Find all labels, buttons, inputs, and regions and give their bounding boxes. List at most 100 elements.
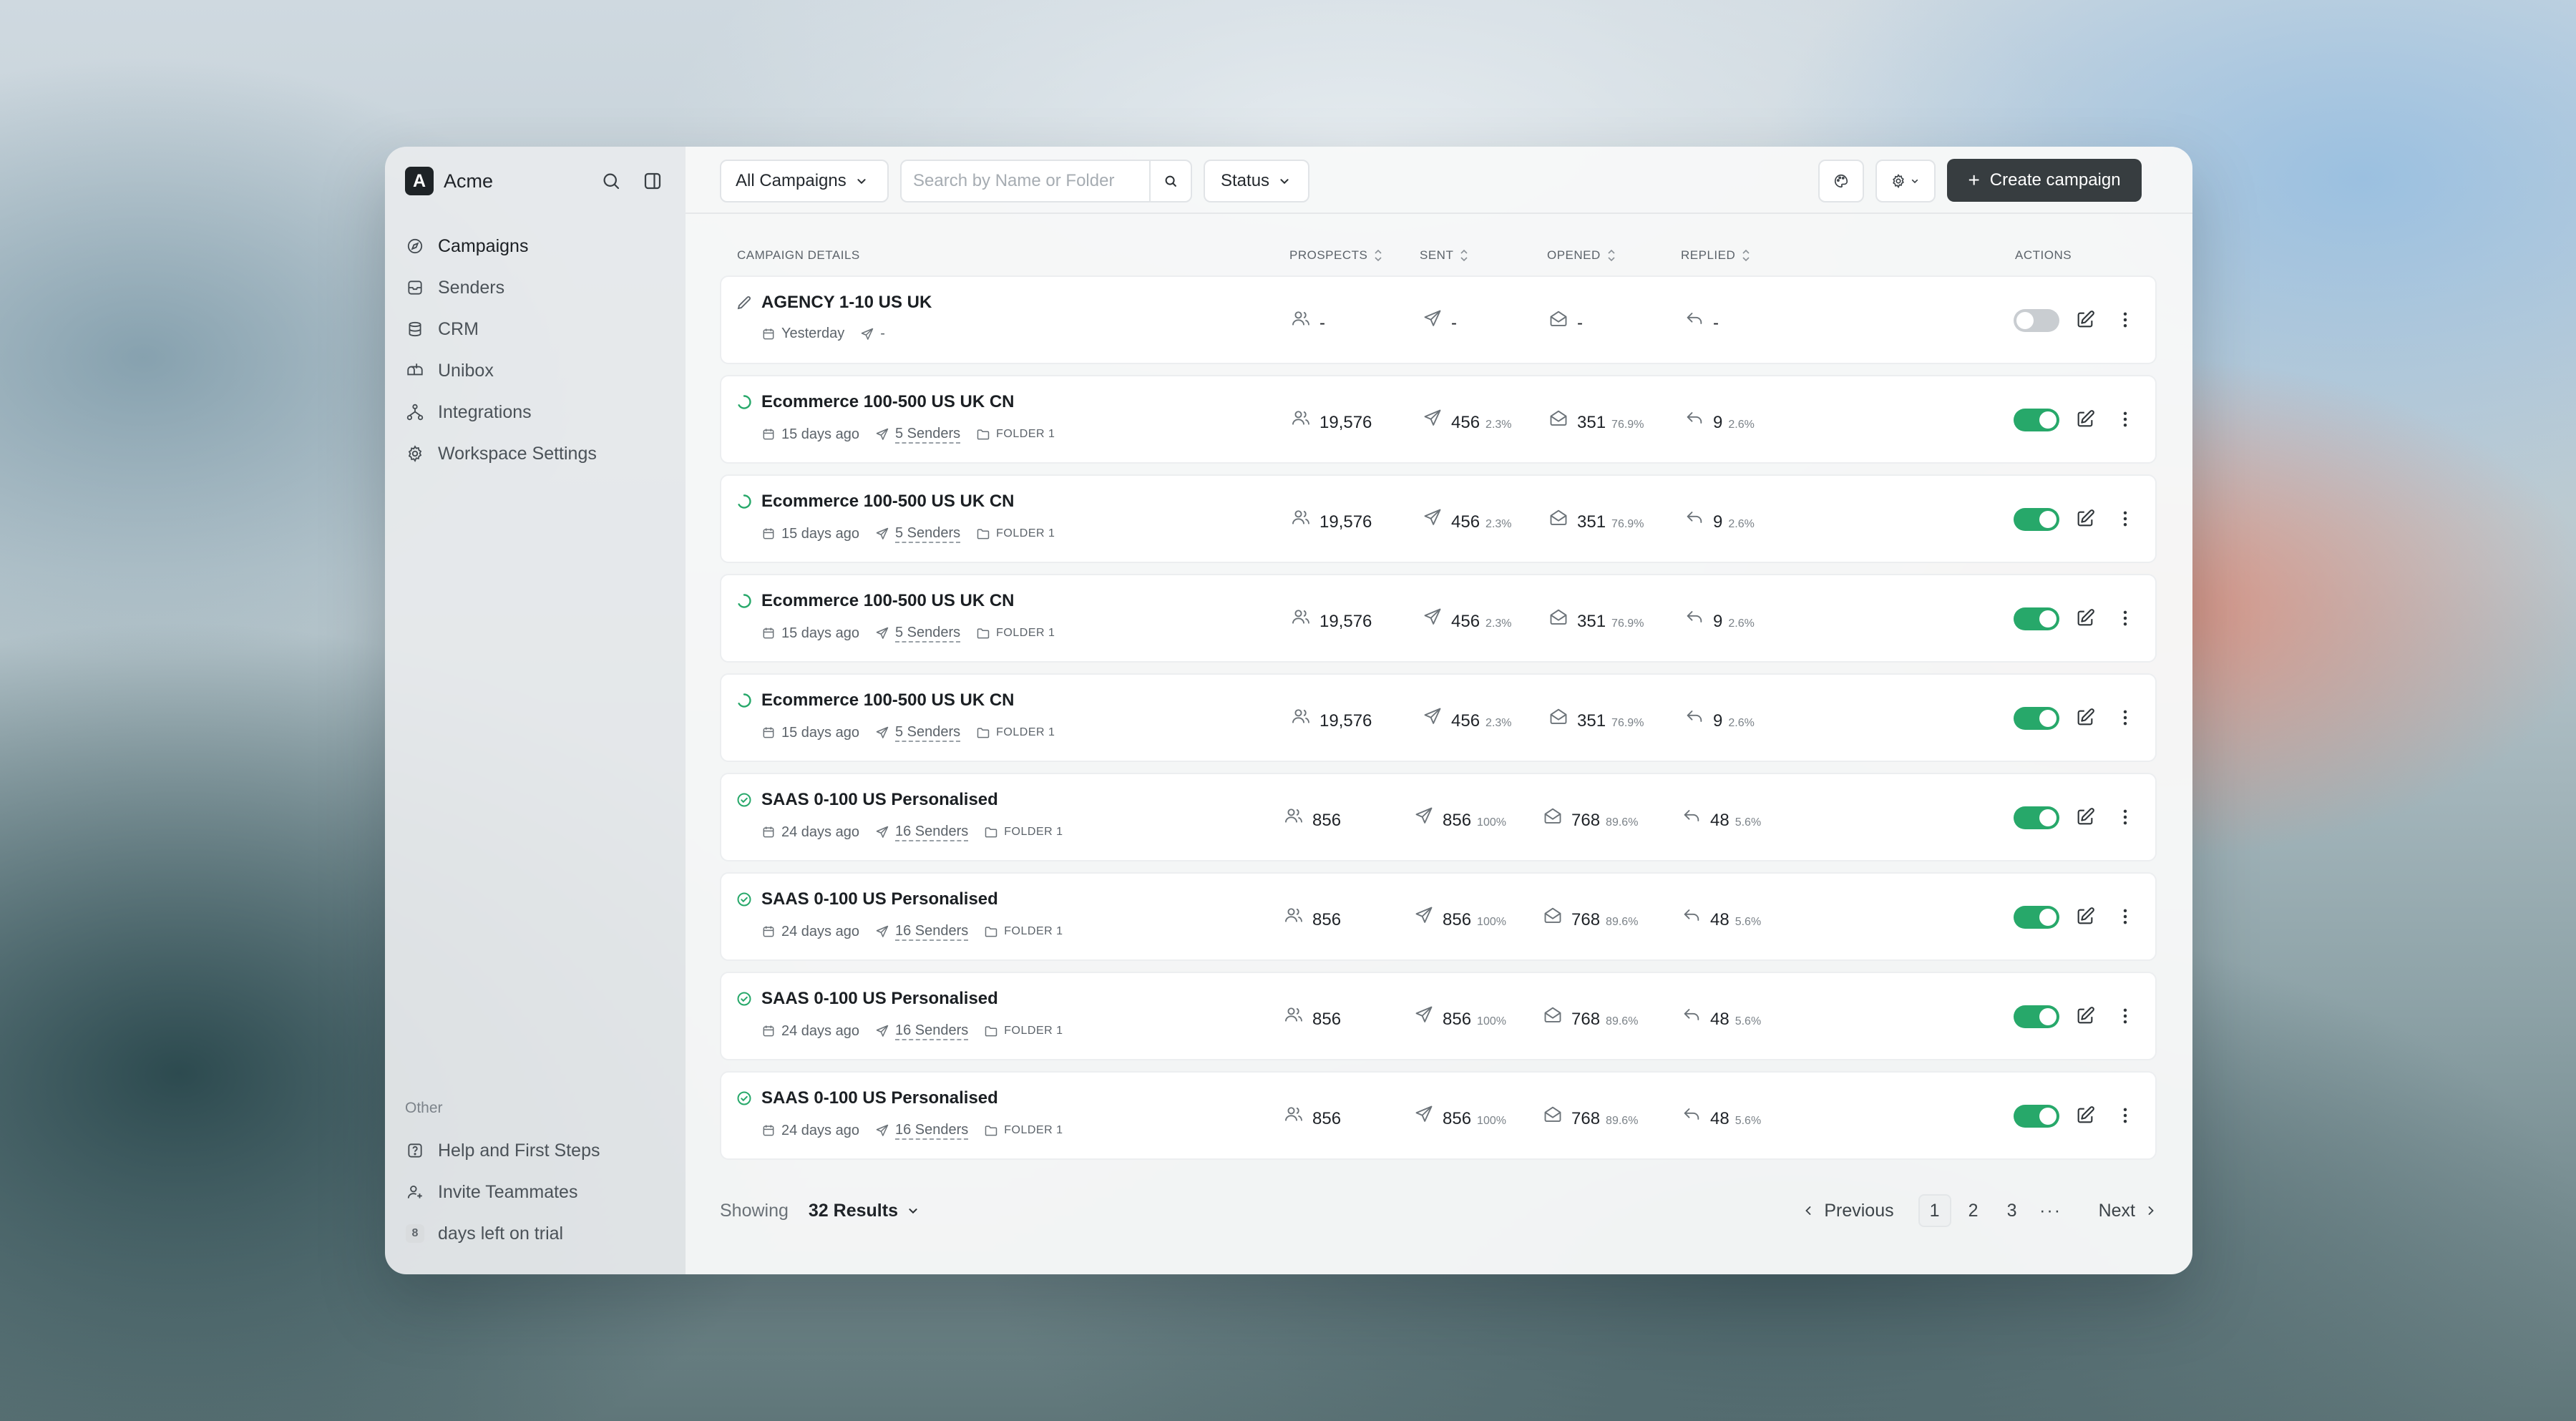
senders-link[interactable]: 5 Senders — [875, 624, 961, 643]
more-options-button[interactable] — [2112, 1103, 2138, 1128]
senders-link[interactable]: 16 Senders — [875, 922, 969, 941]
status-dropdown[interactable]: Status — [1204, 160, 1309, 202]
search-input[interactable] — [902, 161, 1149, 201]
senders-link[interactable]: 16 Senders — [875, 823, 969, 841]
header-prospects[interactable]: PROSPECTS — [1289, 248, 1383, 263]
more-options-button[interactable] — [2112, 307, 2138, 333]
edit-campaign-button[interactable] — [2072, 1103, 2098, 1128]
campaign-name[interactable]: SAAS 0-100 US Personalised — [761, 889, 998, 909]
campaign-meta: 15 days ago 5 Senders FOLDER 1 — [761, 524, 1070, 543]
table-row[interactable]: SAAS 0-100 US Personalised 24 days ago 16 … — [720, 1071, 2157, 1160]
campaign-name[interactable]: SAAS 0-100 US Personalised — [761, 1088, 998, 1108]
folder-tag[interactable]: FOLDER 1 — [984, 924, 1063, 939]
folder-tag[interactable]: FOLDER 1 — [976, 427, 1055, 441]
senders-link[interactable]: 16 Senders — [875, 1022, 969, 1040]
workspace-brand[interactable]: A Acme — [405, 167, 493, 195]
edit-campaign-button[interactable] — [2072, 804, 2098, 830]
table-row[interactable]: Ecommerce 100-500 US UK CN 15 days ago 5 S… — [720, 574, 2157, 663]
edit-campaign-button[interactable] — [2072, 506, 2098, 532]
page-3-button[interactable]: 3 — [1996, 1194, 2029, 1227]
campaign-active-toggle[interactable] — [2014, 1105, 2059, 1128]
campaign-name[interactable]: Ecommerce 100-500 US UK CN — [761, 392, 1015, 412]
edit-campaign-button[interactable] — [2072, 406, 2098, 432]
campaign-filter-dropdown[interactable]: All Campaigns — [720, 160, 889, 202]
campaign-active-toggle[interactable] — [2014, 309, 2059, 332]
theme-palette-button[interactable] — [1818, 160, 1864, 202]
results-per-page-dropdown[interactable]: 32 Results — [809, 1201, 921, 1221]
header-replied[interactable]: REPLIED — [1681, 248, 1751, 263]
more-options-button[interactable] — [2112, 506, 2138, 532]
settings-dropdown[interactable] — [1875, 160, 1936, 202]
senders-link[interactable]: 16 Senders — [875, 1121, 969, 1140]
table-row[interactable]: AGENCY 1-10 US UK Yesterday - - - - - — [720, 275, 2157, 364]
sidebar-item-integrations[interactable]: Integrations — [405, 391, 665, 433]
send-icon — [875, 825, 895, 839]
opened-count: 351 76.9% — [1548, 706, 1644, 731]
more-options-button[interactable] — [2112, 406, 2138, 432]
folder-tag[interactable]: FOLDER 1 — [976, 626, 1055, 640]
calendar-icon — [761, 527, 781, 541]
table-row[interactable]: SAAS 0-100 US Personalised 24 days ago 16 … — [720, 773, 2157, 861]
more-options-button[interactable] — [2112, 904, 2138, 929]
campaign-name[interactable]: SAAS 0-100 US Personalised — [761, 989, 998, 1009]
edit-campaign-button[interactable] — [2072, 904, 2098, 929]
table-row[interactable]: Ecommerce 100-500 US UK CN 15 days ago 5 S… — [720, 375, 2157, 464]
senders-link[interactable]: 5 Senders — [875, 723, 961, 742]
more-options-button[interactable] — [2112, 804, 2138, 830]
next-page-button[interactable]: Next — [2099, 1201, 2158, 1221]
folder-tag[interactable]: FOLDER 1 — [984, 825, 1063, 839]
campaign-name[interactable]: SAAS 0-100 US Personalised — [761, 790, 998, 810]
folder-tag[interactable]: FOLDER 1 — [984, 1024, 1063, 1038]
more-options-button[interactable] — [2112, 1003, 2138, 1029]
edit-icon — [2075, 608, 2095, 628]
campaign-active-toggle[interactable] — [2014, 508, 2059, 531]
trial-status[interactable]: 8 days left on trial — [405, 1213, 665, 1254]
senders-link[interactable]: - — [860, 326, 885, 342]
table-row[interactable]: SAAS 0-100 US Personalised 24 days ago 16 … — [720, 972, 2157, 1060]
folder-tag[interactable]: FOLDER 1 — [976, 726, 1055, 740]
campaign-active-toggle[interactable] — [2014, 1005, 2059, 1028]
sidebar-item-workspace-settings[interactable]: Workspace Settings — [405, 433, 665, 474]
campaign-active-toggle[interactable] — [2014, 906, 2059, 929]
edit-campaign-button[interactable] — [2072, 705, 2098, 731]
senders-link[interactable]: 5 Senders — [875, 425, 961, 444]
campaign-active-toggle[interactable] — [2014, 409, 2059, 431]
page-1-button[interactable]: 1 — [1918, 1194, 1951, 1227]
sidebar-item-unibox[interactable]: Unibox — [405, 350, 665, 391]
sidebar-toggle-icon[interactable] — [640, 168, 665, 194]
edit-campaign-button[interactable] — [2072, 1003, 2098, 1029]
table-row[interactable]: SAAS 0-100 US Personalised 24 days ago 16 … — [720, 872, 2157, 961]
campaign-name[interactable]: Ecommerce 100-500 US UK CN — [761, 591, 1015, 611]
header-sent[interactable]: SENT — [1420, 248, 1469, 263]
create-campaign-button[interactable]: + Create campaign — [1947, 159, 2142, 202]
pagination-ellipsis[interactable]: ··· — [2034, 1194, 2067, 1227]
edit-campaign-button[interactable] — [2072, 605, 2098, 631]
sidebar-item-campaigns[interactable]: Campaigns — [405, 225, 665, 267]
table-row[interactable]: Ecommerce 100-500 US UK CN 15 days ago 5 S… — [720, 673, 2157, 762]
sidebar-item-invite-teammates[interactable]: Invite Teammates — [405, 1171, 665, 1213]
campaign-name[interactable]: Ecommerce 100-500 US UK CN — [761, 492, 1015, 512]
folder-tag[interactable]: FOLDER 1 — [976, 527, 1055, 541]
more-options-button[interactable] — [2112, 605, 2138, 631]
folder-icon — [976, 626, 996, 640]
header-opened[interactable]: OPENED — [1547, 248, 1616, 263]
folder-tag[interactable]: FOLDER 1 — [984, 1123, 1063, 1138]
sidebar-item-senders[interactable]: Senders — [405, 267, 665, 308]
campaign-active-toggle[interactable] — [2014, 707, 2059, 730]
campaign-active-toggle[interactable] — [2014, 806, 2059, 829]
more-vertical-icon — [2115, 907, 2135, 927]
senders-link[interactable]: 5 Senders — [875, 524, 961, 543]
table-row[interactable]: Ecommerce 100-500 US UK CN 15 days ago 5 S… — [720, 474, 2157, 563]
chevron-down-icon — [909, 1208, 917, 1214]
campaign-name[interactable]: Ecommerce 100-500 US UK CN — [761, 690, 1015, 710]
campaign-name[interactable]: AGENCY 1-10 US UK — [761, 293, 932, 313]
search-submit-button[interactable] — [1149, 161, 1191, 201]
more-options-button[interactable] — [2112, 705, 2138, 731]
search-icon[interactable] — [598, 168, 624, 194]
sidebar-item-crm[interactable]: CRM — [405, 308, 665, 350]
page-2-button[interactable]: 2 — [1957, 1194, 1990, 1227]
campaign-active-toggle[interactable] — [2014, 607, 2059, 630]
previous-page-button[interactable]: Previous — [1801, 1201, 1894, 1221]
edit-campaign-button[interactable] — [2072, 307, 2098, 333]
sidebar-item-help-and-first-steps[interactable]: Help and First Steps — [405, 1130, 665, 1171]
